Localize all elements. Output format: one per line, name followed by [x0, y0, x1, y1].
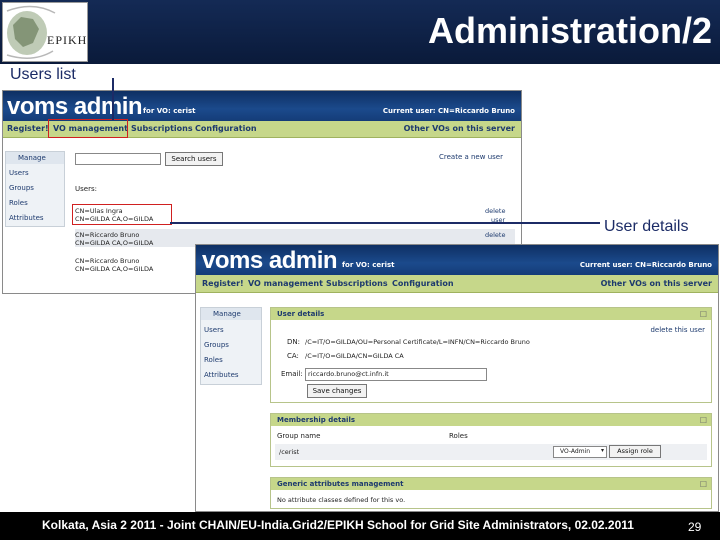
- callout-line: [170, 222, 600, 224]
- sidebar-item-attributes[interactable]: Attributes: [9, 214, 44, 222]
- group-name-column: Group name: [277, 432, 321, 440]
- section-header: Generic attributes management: [271, 478, 711, 490]
- menu-configuration[interactable]: Configuration: [195, 124, 257, 133]
- menu-other-vos[interactable]: Other VOs on this server: [601, 279, 712, 288]
- sidebar-item-roles[interactable]: Roles: [204, 356, 223, 364]
- search-users-button[interactable]: Search users: [165, 152, 223, 166]
- voms-logo: voms admin: [202, 247, 338, 274]
- generic-attributes-note: No attribute classes defined for this vo…: [277, 496, 406, 504]
- sidebar-header: Manage: [6, 152, 64, 164]
- menu-vo-management[interactable]: VO management: [248, 279, 323, 288]
- user-dn: CN=Riccardo Bruno: [75, 231, 140, 239]
- chevron-down-icon: ▾: [600, 447, 604, 454]
- email-field[interactable]: riccardo.bruno@ct.infn.it: [305, 368, 487, 381]
- logo-text: EPIKH: [47, 33, 88, 47]
- menu-subscriptions[interactable]: Subscriptions: [326, 279, 388, 288]
- current-user: Current user: CN=Riccardo Bruno: [579, 261, 712, 269]
- user-details-section: User details ☐ delete this user DN: /C=I…: [270, 307, 712, 403]
- slide-footer: Kolkata, Asia 2 2011 - Joint CHAIN/EU-In…: [0, 512, 720, 540]
- sidebar-item-groups[interactable]: Groups: [9, 184, 34, 192]
- manage-sidebar: Manage Users Groups Roles Attributes: [200, 307, 262, 385]
- voms-menu-bar: Register! VO management Subscriptions Co…: [196, 275, 718, 293]
- vo-label: for VO: cerist: [143, 107, 196, 115]
- email-label: Email:: [281, 370, 303, 378]
- vo-management-highlight: [48, 119, 128, 138]
- delete-user-link[interactable]: delete this user: [650, 326, 705, 334]
- membership-section: Membership details ☐ Group name Roles /c…: [270, 413, 712, 467]
- sidebar-item-roles[interactable]: Roles: [9, 199, 28, 207]
- voms-header-bar: voms admin for VO: cerist Current user: …: [3, 91, 521, 121]
- section-header: Membership details: [271, 414, 711, 426]
- collapse-icon[interactable]: ☐: [700, 416, 707, 425]
- ca-label: CA:: [287, 352, 299, 360]
- user-ca: CN=GILDA CA,O=GILDA: [75, 239, 154, 247]
- menu-other-vos[interactable]: Other VOs on this server: [404, 124, 515, 133]
- role-select[interactable]: VO-Admin ▾: [553, 446, 607, 458]
- users-list-label: Users list: [10, 66, 76, 83]
- epikh-logo: EPIKH: [2, 2, 88, 62]
- menu-subscriptions[interactable]: Subscriptions: [131, 124, 193, 133]
- sidebar-item-users[interactable]: Users: [9, 169, 29, 177]
- slide-title: Administration/2: [427, 10, 712, 51]
- manage-sidebar: Manage Users Groups Roles Attributes: [5, 151, 65, 227]
- menu-configuration[interactable]: Configuration: [392, 279, 454, 288]
- user-details-label: User details: [604, 218, 689, 235]
- sidebar-item-groups[interactable]: Groups: [204, 341, 229, 349]
- slide-header: EPIKH Administration/2: [0, 0, 720, 64]
- collapse-icon[interactable]: ☐: [700, 310, 707, 319]
- page-number: 29: [688, 520, 702, 534]
- callout-line: [112, 78, 114, 120]
- delete-user-link[interactable]: delete: [485, 207, 505, 215]
- sidebar-header: Manage: [201, 308, 261, 320]
- user-ca: CN=GILDA CA,O=GILDA: [75, 265, 154, 273]
- vo-label: for VO: cerist: [342, 261, 395, 269]
- menu-register[interactable]: Register!: [7, 124, 49, 133]
- roles-column: Roles: [449, 432, 468, 440]
- role-select-value: VO-Admin: [560, 448, 591, 455]
- email-value: riccardo.bruno@ct.infn.it: [308, 370, 389, 378]
- section-header: User details: [271, 308, 711, 320]
- create-user-link[interactable]: Create a new user: [439, 153, 503, 161]
- user-entry-highlight: [72, 204, 172, 225]
- generic-attributes-section: Generic attributes management ☐ No attri…: [270, 477, 712, 509]
- menu-register[interactable]: Register!: [202, 279, 244, 288]
- sidebar-item-users[interactable]: Users: [204, 326, 224, 334]
- current-user: Current user: CN=Riccardo Bruno: [382, 107, 515, 115]
- save-changes-button[interactable]: Save changes: [307, 384, 367, 398]
- delete-user-link[interactable]: delete: [485, 231, 505, 239]
- dn-label: DN:: [287, 338, 300, 346]
- user-details-screenshot: voms admin for VO: cerist Current user: …: [195, 244, 719, 512]
- user-dn: CN=Riccardo Bruno: [75, 257, 140, 265]
- voms-header-bar: voms admin for VO: cerist Current user: …: [196, 245, 718, 275]
- footer-text: Kolkata, Asia 2 2011 - Joint CHAIN/EU-In…: [42, 518, 634, 532]
- collapse-icon[interactable]: ☐: [700, 480, 707, 489]
- ca-value: /C=IT/O=GILDA/CN=GILDA CA: [305, 352, 404, 360]
- sidebar-item-attributes[interactable]: Attributes: [204, 371, 239, 379]
- search-input[interactable]: [75, 153, 161, 165]
- group-value: /cerist: [279, 448, 300, 456]
- voms-logo: voms admin: [7, 93, 143, 120]
- assign-role-button[interactable]: Assign role: [609, 445, 661, 458]
- users-heading: Users:: [75, 185, 97, 193]
- dn-value: /C=IT/O=GILDA/OU=Personal Certificate/L=…: [305, 338, 530, 346]
